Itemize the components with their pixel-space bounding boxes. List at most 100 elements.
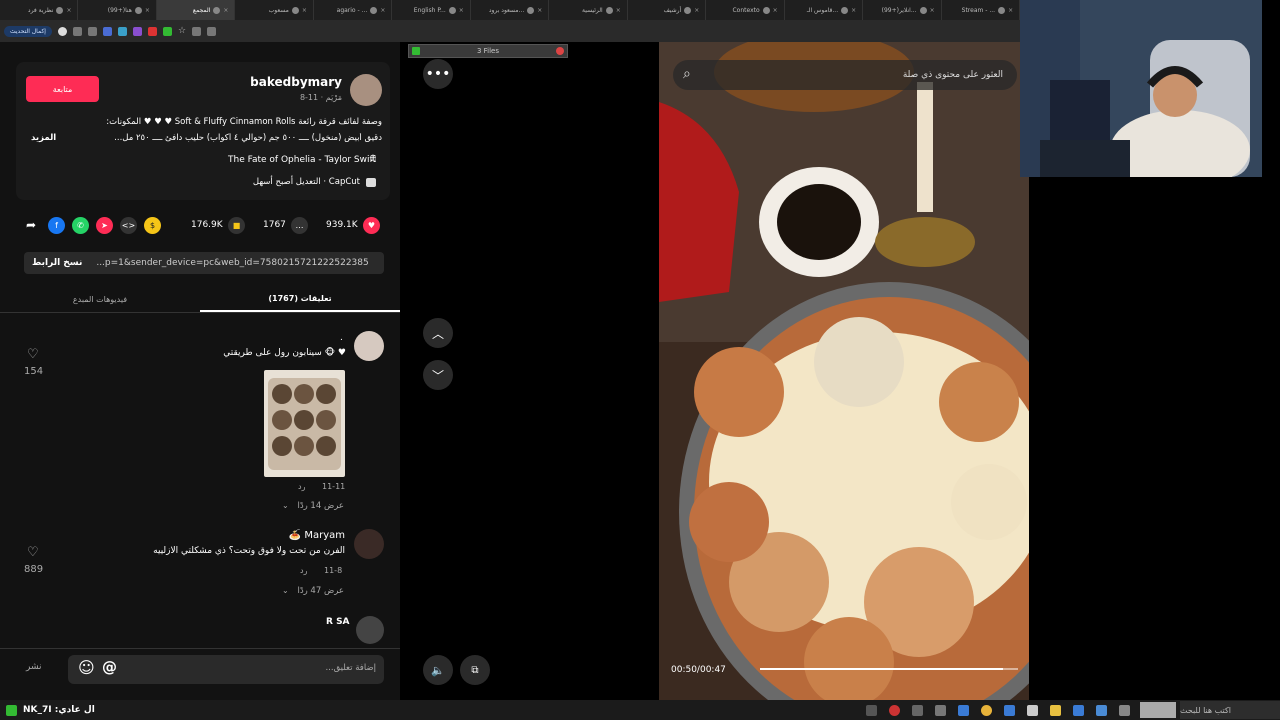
close-icon[interactable]: × bbox=[930, 7, 935, 14]
comment-username[interactable]: R SA bbox=[326, 617, 350, 627]
share-icon[interactable]: ➦ bbox=[26, 218, 36, 232]
comment-image[interactable] bbox=[264, 370, 345, 477]
close-icon[interactable]: × bbox=[1008, 7, 1013, 14]
taskbar-search-box[interactable]: اكتب هنا للبحث bbox=[1180, 701, 1280, 719]
extension-icon[interactable] bbox=[162, 26, 172, 36]
telegram-icon[interactable]: ➤ bbox=[96, 217, 113, 234]
more-link[interactable]: المزيد bbox=[31, 133, 56, 143]
profile-icon[interactable] bbox=[57, 26, 67, 36]
follow-button[interactable]: متابعة bbox=[26, 76, 99, 102]
settings-icon[interactable] bbox=[935, 704, 946, 716]
comment-icon[interactable]: … bbox=[291, 217, 308, 234]
comment-avatar[interactable] bbox=[356, 616, 384, 644]
extension-icon[interactable] bbox=[132, 26, 142, 36]
coin-icon[interactable]: $ bbox=[144, 217, 161, 234]
chrome-icon[interactable] bbox=[981, 704, 992, 716]
browser-tab[interactable]: English P... × bbox=[392, 0, 471, 20]
app-icon[interactable] bbox=[1119, 704, 1130, 716]
close-icon[interactable]: × bbox=[851, 7, 856, 14]
mention-icon[interactable]: @ bbox=[102, 658, 117, 676]
comment-avatar[interactable] bbox=[354, 529, 384, 559]
browser-tab[interactable]: مسعود برود... × bbox=[471, 0, 550, 20]
chevron-down-icon[interactable]: ﹀ bbox=[423, 360, 453, 390]
close-icon[interactable]: × bbox=[694, 7, 699, 14]
browser-tab[interactable]: (99+)انلاير... × bbox=[863, 0, 942, 20]
star-icon[interactable]: ☆ bbox=[178, 26, 186, 36]
copy-link-button[interactable]: نسخ الرابط bbox=[32, 258, 82, 268]
post-comment-button[interactable]: نشر bbox=[26, 662, 42, 672]
download-bar[interactable]: 3 Files bbox=[408, 44, 568, 58]
update-button[interactable]: إكمال التحديث bbox=[4, 25, 52, 37]
close-icon[interactable]: × bbox=[223, 7, 228, 14]
extension-icon[interactable] bbox=[207, 26, 217, 36]
comment-username[interactable]: Maryam 🍝 bbox=[289, 530, 345, 541]
comment-input[interactable]: إضافة تعليق... ☺ @ bbox=[68, 655, 384, 684]
close-icon[interactable] bbox=[556, 47, 564, 55]
close-icon[interactable]: × bbox=[616, 7, 621, 14]
capcut-label[interactable]: CapCut · التعديل أصبح أسهل bbox=[253, 177, 360, 187]
view-replies-button[interactable]: عرض 14 ردًا bbox=[297, 501, 344, 511]
extension-icon[interactable] bbox=[72, 26, 82, 36]
close-icon[interactable]: × bbox=[66, 7, 71, 14]
browser-tab[interactable]: أرشيف × bbox=[628, 0, 707, 20]
tab-creator-videos[interactable]: فيديوهات المبدع bbox=[0, 287, 200, 312]
tab-comments[interactable]: تعليقات (1767) bbox=[200, 287, 400, 312]
comment-like-icon[interactable]: ♡ bbox=[27, 347, 39, 362]
app-icon[interactable] bbox=[912, 704, 923, 716]
app-icon[interactable] bbox=[889, 704, 900, 716]
video-player[interactable] bbox=[659, 42, 1029, 700]
comment-username[interactable]: . bbox=[340, 333, 343, 343]
extension-icon[interactable] bbox=[192, 26, 202, 36]
app-icon[interactable] bbox=[6, 704, 17, 716]
app-icon[interactable] bbox=[1027, 704, 1038, 716]
browser-tab[interactable]: مسعوب × bbox=[235, 0, 314, 20]
browser-tab[interactable]: Stream - ... × bbox=[942, 0, 1021, 20]
search-icon[interactable]: ⌕ bbox=[683, 66, 691, 82]
browser-tab[interactable]: المجمع × bbox=[156, 0, 236, 20]
whatsapp-icon[interactable]: ✆ bbox=[72, 217, 89, 234]
comment-like-icon[interactable]: ♡ bbox=[27, 545, 39, 560]
more-options-icon[interactable]: ••• bbox=[423, 59, 453, 89]
video-progress-bar[interactable] bbox=[760, 668, 1018, 670]
comment-avatar[interactable] bbox=[354, 331, 384, 361]
extension-icon[interactable] bbox=[117, 26, 127, 36]
app-icon[interactable] bbox=[1096, 704, 1107, 716]
creator-avatar[interactable] bbox=[350, 74, 382, 106]
embed-icon[interactable]: <> bbox=[120, 217, 137, 234]
app-icon[interactable] bbox=[1004, 704, 1015, 716]
reply-button[interactable]: رد bbox=[298, 482, 305, 491]
bookmark-icon[interactable]: ■ bbox=[228, 217, 245, 234]
browser-tab[interactable]: (99+)هنا × bbox=[78, 0, 157, 20]
close-icon[interactable]: × bbox=[145, 7, 150, 14]
music-title[interactable]: The Fate of Ophelia - Taylor Swift bbox=[228, 155, 376, 165]
view-replies-button[interactable]: عرض 47 ردًا bbox=[297, 586, 344, 596]
folder-icon[interactable] bbox=[1050, 704, 1061, 716]
close-icon[interactable]: × bbox=[302, 7, 307, 14]
pip-icon[interactable]: ⧉ bbox=[460, 655, 490, 685]
close-icon[interactable]: × bbox=[773, 7, 778, 14]
creator-username[interactable]: bakedbymary bbox=[250, 75, 342, 89]
close-icon[interactable]: × bbox=[380, 7, 385, 14]
emoji-icon[interactable]: ☺ bbox=[78, 658, 95, 677]
extension-icon[interactable] bbox=[102, 26, 112, 36]
related-search-box[interactable]: ⌕ العثور على محتوى ذي صلة bbox=[673, 60, 1017, 90]
app-icon[interactable] bbox=[866, 704, 877, 716]
facebook-icon[interactable]: f bbox=[48, 217, 65, 234]
like-icon[interactable]: ♥ bbox=[363, 217, 380, 234]
close-icon[interactable]: × bbox=[537, 7, 542, 14]
steam-icon[interactable] bbox=[958, 704, 969, 716]
chevron-up-icon[interactable]: ︿ bbox=[423, 318, 453, 348]
edge-icon[interactable] bbox=[1073, 704, 1084, 716]
close-icon[interactable]: × bbox=[459, 7, 464, 14]
extension-icon[interactable] bbox=[147, 26, 157, 36]
browser-tab[interactable]: Contexto × bbox=[706, 0, 785, 20]
reply-button[interactable]: رد bbox=[300, 566, 307, 575]
share-link[interactable]: ...p=1&sender_device=pc&web_id=758021572… bbox=[96, 258, 368, 268]
browser-tab[interactable]: agario - ... × bbox=[314, 0, 393, 20]
extension-icon[interactable] bbox=[87, 26, 97, 36]
chevron-down-icon[interactable]: ⌄ bbox=[282, 586, 289, 595]
browser-tab[interactable]: قاموس الـ... × bbox=[785, 0, 864, 20]
browser-tab[interactable]: الرئيسية × bbox=[549, 0, 628, 20]
taskbar-thumbnail[interactable] bbox=[1140, 702, 1176, 718]
browser-tab[interactable]: نظرية فرد × bbox=[0, 0, 79, 20]
